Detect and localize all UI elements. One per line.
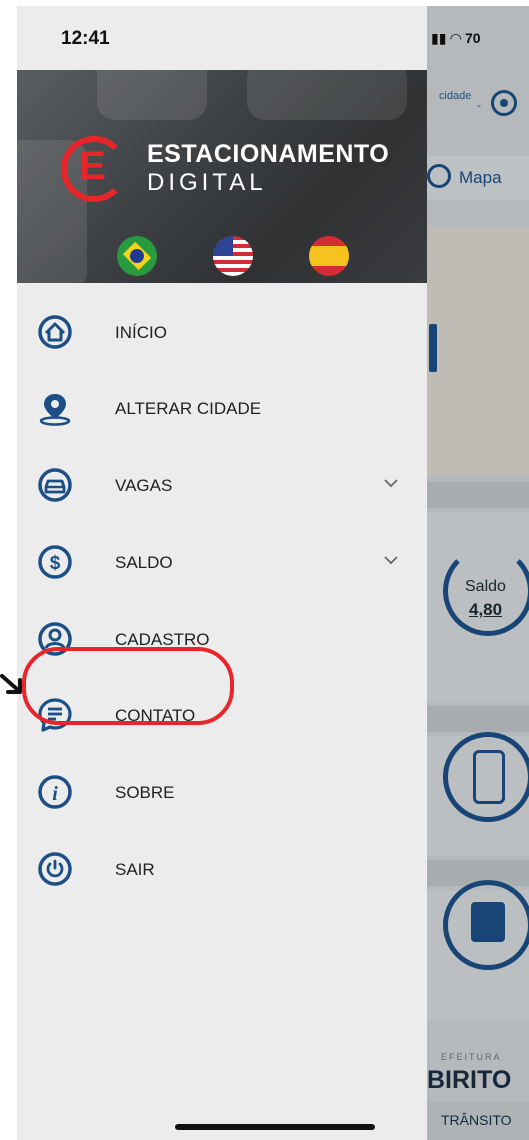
- status-time: 12:41: [61, 28, 110, 49]
- menu-item-label: SAIR: [115, 860, 155, 879]
- arrow-annotation-icon: [0, 674, 22, 694]
- dollar-icon: $: [38, 545, 72, 579]
- location-pin-icon: [39, 394, 71, 426]
- parked-car-shape: [247, 70, 407, 120]
- background-app: ▮▮ ◠ 70 cidade - Mapa Saldo 4,80 EFEITUR…: [427, 6, 529, 1140]
- power-icon: [38, 852, 72, 886]
- logo-icon: E: [61, 136, 127, 202]
- info-icon: i: [38, 775, 72, 809]
- svg-text:$: $: [50, 553, 61, 574]
- brand-subtitle: DIGITAL: [147, 169, 267, 196]
- brand-title: ESTACIONAMENTO: [147, 140, 390, 168]
- car-icon: [38, 468, 72, 502]
- spain-flag-icon[interactable]: [309, 236, 349, 276]
- menu-item-sair[interactable]: SAIR: [17, 839, 427, 899]
- menu-item-sobre[interactable]: i SOBRE: [17, 762, 427, 822]
- home-icon: [38, 315, 72, 349]
- chevron-down-icon[interactable]: [381, 550, 401, 570]
- brazil-flag-icon[interactable]: [117, 236, 157, 276]
- contato-highlight-annotation: [22, 647, 234, 725]
- menu-item-label: SALDO: [115, 553, 173, 572]
- menu-item-saldo[interactable]: $ SALDO: [17, 532, 427, 592]
- menu-item-label: ALTERAR CIDADE: [115, 399, 262, 418]
- menu-item-label: INÍCIO: [115, 323, 167, 342]
- home-indicator: [175, 1124, 375, 1130]
- navigation-drawer: 12:41 E ESTACIONAMENTO DIGITAL INÍCIO AL…: [17, 6, 427, 1140]
- menu-item-vagas[interactable]: VAGAS: [17, 455, 427, 515]
- menu-item-label: VAGAS: [115, 476, 173, 495]
- chevron-down-icon[interactable]: [381, 473, 401, 493]
- logo-letter: E: [79, 144, 106, 188]
- drawer-header: E ESTACIONAMENTO DIGITAL: [17, 70, 427, 283]
- svg-text:i: i: [52, 783, 58, 805]
- menu-item-alterar-cidade[interactable]: ALTERAR CIDADE: [17, 378, 427, 438]
- menu-item-label: SOBRE: [115, 783, 175, 802]
- menu-item-inicio[interactable]: INÍCIO: [17, 302, 427, 362]
- phone-screen: ▮▮ ◠ 70 cidade - Mapa Saldo 4,80 EFEITUR…: [17, 6, 529, 1140]
- dim-overlay[interactable]: [427, 6, 529, 1140]
- parked-car-shape: [97, 70, 207, 120]
- usa-flag-icon[interactable]: [213, 236, 253, 276]
- status-bar: 12:41: [17, 6, 427, 70]
